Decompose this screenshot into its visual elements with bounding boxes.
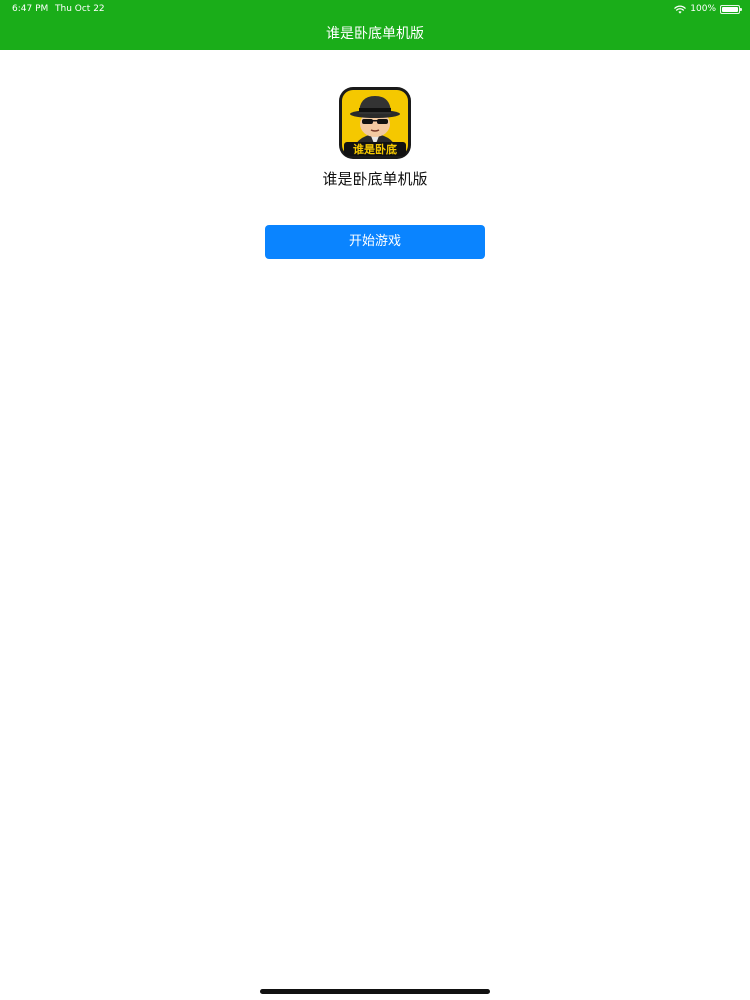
start-game-button[interactable]: 开始游戏 (265, 225, 485, 259)
app-name: 谁是卧底单机版 (322, 170, 428, 188)
wifi-icon (674, 4, 687, 14)
navigation-bar: 6:47 PM Thu Oct 22 100% 谁是卧底单机版 (0, 0, 750, 50)
battery-level (722, 6, 738, 12)
status-date: Thu Oct 22 (55, 4, 105, 14)
status-right-group: 100% (674, 0, 742, 18)
battery-percent: 100% (690, 4, 716, 14)
battery-icon (720, 4, 742, 14)
status-bar: 6:47 PM Thu Oct 22 100% (0, 0, 750, 18)
home-indicator[interactable] (260, 989, 490, 994)
page-title: 谁是卧底单机版 (326, 26, 424, 42)
logo-text: 谁是卧底 (353, 143, 397, 156)
status-time: 6:47 PM (12, 4, 49, 14)
app-logo: 谁是卧底 (338, 86, 412, 160)
